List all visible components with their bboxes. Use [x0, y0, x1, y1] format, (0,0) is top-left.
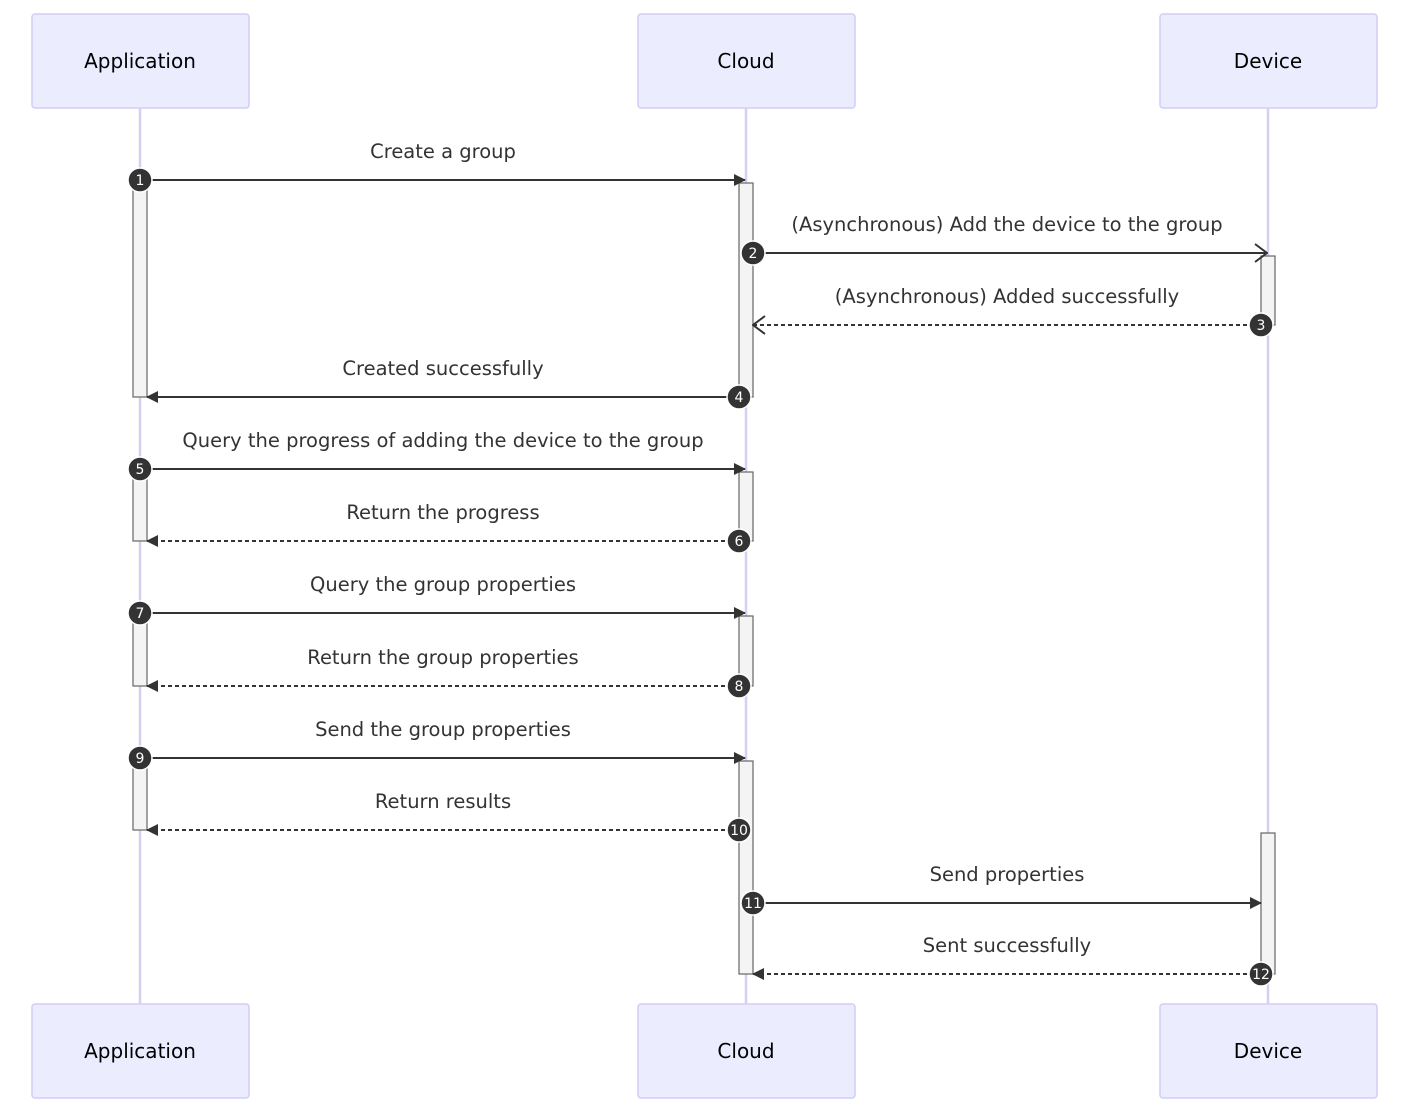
- sequence-number: 7: [136, 606, 145, 622]
- message-2: (Asynchronous) Add the device to the gro…: [740, 213, 1267, 266]
- sequence-number: 8: [735, 679, 744, 695]
- actor-label: Application: [84, 49, 196, 73]
- activation-bar: [738, 760, 754, 975]
- actor-label: Cloud: [717, 1039, 774, 1063]
- message-1: Create a group 1: [127, 140, 746, 193]
- actor-device-bottom: Device: [1159, 1003, 1378, 1099]
- actor-cloud-top: Cloud: [637, 13, 856, 109]
- message-label: Create a group: [370, 140, 516, 163]
- message-label: Send properties: [930, 863, 1085, 886]
- activation-bar: [132, 182, 148, 398]
- message-7: Query the group properties 7: [127, 573, 746, 626]
- sequence-diagram: Application Application Cloud Cloud Device De…: [31, 13, 1378, 1099]
- message-label: (Asynchronous) Add the device to the gro…: [791, 213, 1222, 236]
- sequence-number: 6: [735, 534, 744, 550]
- sequence-number: 9: [136, 751, 145, 767]
- actor-application-bottom: Application: [31, 1003, 250, 1099]
- sequence-number: 2: [749, 246, 758, 262]
- actor-application-top: Application: [31, 13, 250, 109]
- actor-cloud-bottom: Cloud: [637, 1003, 856, 1099]
- message-9: Send the group properties 9: [127, 718, 746, 771]
- message-10: Return results 10: [146, 790, 752, 843]
- message-label: Query the group properties: [310, 573, 576, 596]
- actor-label: Application: [84, 1039, 196, 1063]
- message-label: Return results: [375, 790, 511, 813]
- actor-label: Device: [1234, 1039, 1302, 1063]
- message-12: Sent successfully 12: [752, 934, 1274, 987]
- sequence-number: 3: [1257, 318, 1266, 334]
- message-label: Return the group properties: [307, 646, 578, 669]
- activation-bar: [132, 760, 148, 831]
- message-3: (Asynchronous) Added successfully 3: [753, 285, 1274, 338]
- sequence-number: 4: [735, 390, 744, 406]
- message-5: Query the progress of adding the device …: [127, 429, 746, 482]
- message-label: (Asynchronous) Added successfully: [835, 285, 1179, 308]
- message-label: Send the group properties: [315, 718, 571, 741]
- sequence-number: 10: [730, 823, 748, 839]
- actor-device-top: Device: [1159, 13, 1378, 109]
- actor-label: Cloud: [717, 49, 774, 73]
- activation-bar: [1260, 832, 1276, 975]
- activation-bar: [738, 182, 754, 398]
- activation-bar: [132, 471, 148, 542]
- activation-bar: [132, 615, 148, 687]
- message-11: Send properties 11: [740, 863, 1262, 916]
- message-8: Return the group properties 8: [146, 646, 752, 699]
- actor-label: Device: [1234, 49, 1302, 73]
- message-label: Return the progress: [346, 501, 539, 524]
- sequence-number: 1: [136, 173, 145, 189]
- message-6: Return the progress 6: [146, 501, 752, 554]
- message-label: Query the progress of adding the device …: [182, 429, 703, 452]
- message-label: Created successfully: [342, 357, 543, 380]
- message-label: Sent successfully: [923, 934, 1091, 957]
- sequence-number: 11: [744, 896, 762, 912]
- sequence-number: 5: [136, 462, 145, 478]
- sequence-number: 12: [1252, 967, 1270, 983]
- message-4: Created successfully 4: [146, 357, 752, 410]
